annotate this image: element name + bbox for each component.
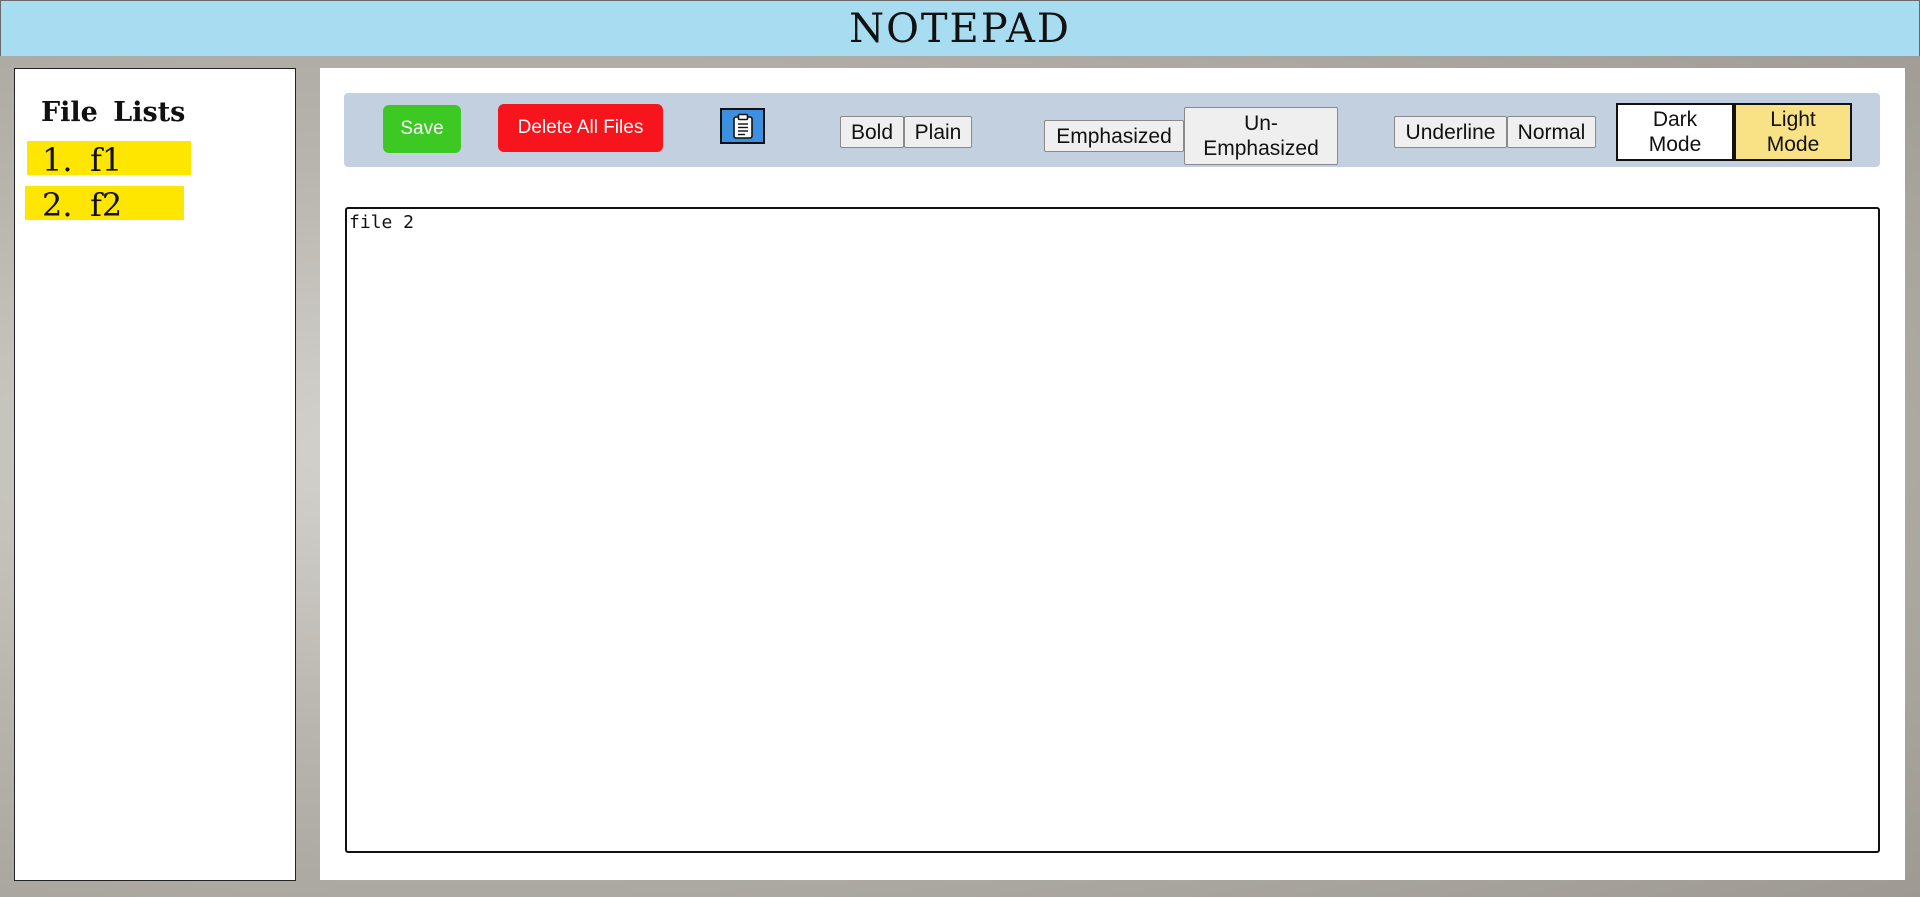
delete-all-files-button[interactable]: Delete All Files <box>498 104 663 152</box>
save-button[interactable]: Save <box>383 105 461 153</box>
plain-button[interactable]: Plain <box>904 116 972 148</box>
editor-panel: Save Delete All Files Bold Plain Emphasi… <box>320 68 1905 880</box>
file-list-item-number: 1. <box>42 141 73 179</box>
dark-mode-button[interactable]: Dark Mode <box>1616 103 1734 161</box>
file-list-item-f1[interactable]: 1. f1 <box>27 141 191 179</box>
light-mode-label-line1: Light <box>1770 108 1816 131</box>
file-list-heading: File Lists <box>41 97 186 128</box>
file-list-sidebar: File Lists 1. f1 2. f2 <box>14 68 296 881</box>
app-title: NOTEPAD <box>849 5 1071 52</box>
file-list-item-name: f1 <box>90 141 123 179</box>
unemphasized-button[interactable]: Un- Emphasized <box>1184 107 1338 165</box>
copy-to-clipboard-button[interactable] <box>720 108 765 144</box>
underline-button[interactable]: Underline <box>1394 116 1507 148</box>
dark-mode-label-line2: Mode <box>1648 133 1702 156</box>
unemphasized-label-line1: Un- <box>1244 112 1278 135</box>
dark-mode-label-line1: Dark <box>1652 108 1698 131</box>
emphasized-button[interactable]: Emphasized <box>1044 120 1184 152</box>
app-header: NOTEPAD <box>0 0 1920 56</box>
file-list-item-f2[interactable]: 2. f2 <box>25 186 184 224</box>
file-list-item-number: 2. <box>42 186 73 224</box>
bold-button[interactable]: Bold <box>840 116 904 148</box>
normal-button[interactable]: Normal <box>1507 116 1596 148</box>
light-mode-button[interactable]: Light Mode <box>1734 103 1852 161</box>
clipboard-icon <box>732 113 754 139</box>
formatting-toolbar: Save Delete All Files Bold Plain Emphasi… <box>344 93 1880 167</box>
light-mode-label-line2: Mode <box>1766 133 1820 156</box>
unemphasized-label-line2: Emphasized <box>1203 137 1319 160</box>
file-list-item-name: f2 <box>90 186 123 224</box>
note-editor-textarea[interactable]: file 2 <box>345 207 1880 853</box>
